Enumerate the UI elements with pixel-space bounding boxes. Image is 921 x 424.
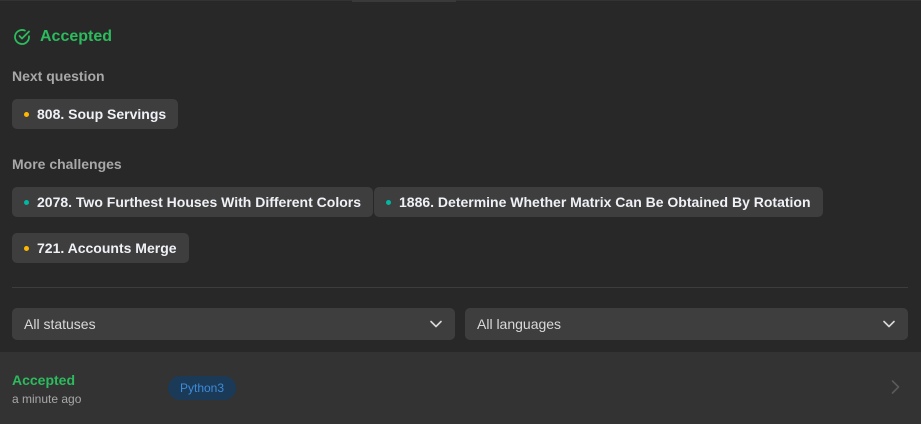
chevron-down-icon bbox=[429, 317, 443, 331]
top-border bbox=[0, 0, 921, 1]
language-filter-value: All languages bbox=[477, 316, 562, 332]
status-filter-select[interactable]: All statuses bbox=[12, 308, 455, 340]
question-title: 808. Soup Servings bbox=[37, 106, 167, 122]
next-question-label: Next question bbox=[12, 68, 105, 84]
question-title: 1886. Determine Whether Matrix Can Be Ob… bbox=[399, 194, 811, 210]
challenge-chip[interactable]: 1886. Determine Whether Matrix Can Be Ob… bbox=[374, 187, 823, 217]
submission-row[interactable]: Accepted a minute ago Python3 bbox=[0, 352, 921, 424]
difficulty-dot-icon bbox=[386, 199, 391, 205]
question-title: 721. Accounts Merge bbox=[37, 240, 177, 256]
divider bbox=[12, 287, 908, 288]
difficulty-dot-icon bbox=[24, 111, 29, 117]
difficulty-dot-icon bbox=[24, 245, 29, 251]
submission-time: a minute ago bbox=[12, 392, 82, 406]
chevron-right-icon bbox=[889, 379, 901, 400]
chevron-down-icon bbox=[882, 317, 896, 331]
active-tab-indicator bbox=[352, 0, 456, 2]
challenge-chip[interactable]: 2078. Two Furthest Houses With Different… bbox=[12, 187, 373, 217]
submission-status: Accepted bbox=[12, 372, 76, 388]
question-title: 2078. Two Furthest Houses With Different… bbox=[37, 194, 361, 210]
result-header: Accepted bbox=[12, 27, 112, 47]
difficulty-dot-icon bbox=[24, 199, 29, 205]
check-circle-icon bbox=[12, 27, 32, 47]
language-badge: Python3 bbox=[168, 376, 237, 400]
next-question-chip[interactable]: 808. Soup Servings bbox=[12, 99, 179, 129]
more-challenges-label: More challenges bbox=[12, 156, 122, 172]
result-status: Accepted bbox=[40, 28, 113, 45]
status-filter-value: All statuses bbox=[24, 316, 96, 332]
language-filter-select[interactable]: All languages bbox=[465, 308, 908, 340]
challenge-chip[interactable]: 721. Accounts Merge bbox=[12, 233, 189, 263]
